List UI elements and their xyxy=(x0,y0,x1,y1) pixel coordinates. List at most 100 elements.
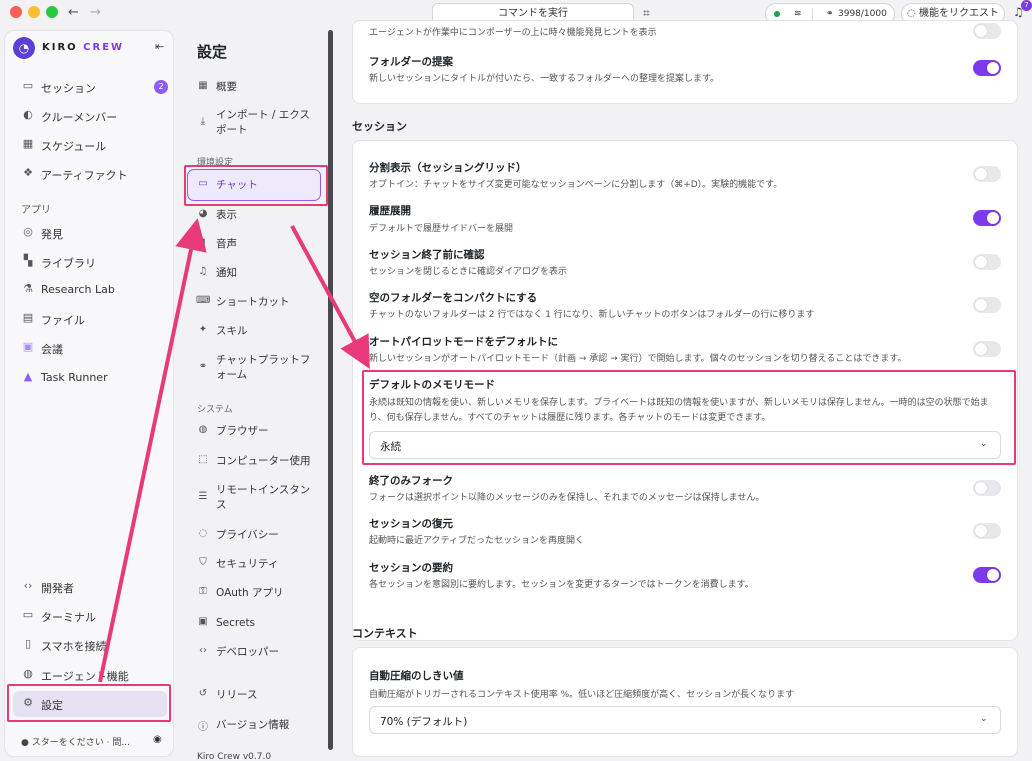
sidebar-item-artifacts[interactable]: ❖ アーティファクト xyxy=(13,161,167,187)
session-section-title: セッション xyxy=(352,120,407,133)
speaker-icon: ◖ xyxy=(200,237,206,248)
fork-end-only-toggle[interactable] xyxy=(973,480,1001,496)
meeting-icon: ▣ xyxy=(22,340,34,353)
settings-content: エージェントが作業中にコンポーザーの上に時々機能発見ヒントを表示 フォルダーの提… xyxy=(336,20,1032,761)
feature-hints-toggle[interactable] xyxy=(973,23,1001,39)
sidebar-item-research-lab[interactable]: ⚗ Research Lab xyxy=(13,277,167,303)
feature-hints-desc: エージェントが作業中にコンポーザーの上に時々機能発見ヒントを表示 xyxy=(369,28,657,38)
fingerprint-icon: ◌ xyxy=(198,528,208,539)
compact-folders-desc: チャットのないフォルダーは 2 行ではなく 1 行になり、新しいチャットのボタン… xyxy=(369,310,815,320)
split-view-toggle[interactable] xyxy=(973,166,1001,182)
folder-suggest-desc: 新しいセッションにタイトルが付いたら、一致するフォルダーへの整理を提案します。 xyxy=(369,74,720,84)
settings-nav: 設定 ▦ 概要 ⤓ インポート / エクスポート 環境設定 ▭ チャット ◕ 表… xyxy=(180,30,330,761)
sidebar-item-crew-members[interactable]: ◐ クルーメンバー xyxy=(13,103,167,129)
sidebar-item-meetings[interactable]: ▣ 会議 xyxy=(13,335,167,361)
sidebar-item-terminal[interactable]: ▭ ターミナル xyxy=(13,603,167,629)
sidebar-item-agent-features[interactable]: ◍ エージェント機能 xyxy=(13,662,167,688)
flask-icon: ⚗ xyxy=(23,282,33,295)
shield-icon: ⛉ xyxy=(199,557,207,568)
session-summary-toggle[interactable] xyxy=(973,567,1001,583)
system-section-label: システム xyxy=(197,405,233,415)
memory-mode-select[interactable]: 永続 ⌄ xyxy=(369,431,1001,459)
feature-hints-card: エージェントが作業中にコンポーザーの上に時々機能発見ヒントを表示 フォルダーの提… xyxy=(352,20,1018,104)
settings-item-about[interactable]: ⓘ バージョン情報 xyxy=(188,718,326,734)
info-icon: ⓘ xyxy=(198,722,208,733)
settings-item-display[interactable]: ◕ 表示 xyxy=(188,208,326,224)
sidebar-item-sessions[interactable]: ▭ セッション 2 xyxy=(13,74,168,100)
scan-icon[interactable]: ⌗ xyxy=(643,6,650,21)
chat-bubble-icon: ▭ xyxy=(198,178,208,189)
folder-suggest-title: フォルダーの提案 xyxy=(369,56,453,68)
link-icon: ⚭ xyxy=(198,361,208,372)
fork-end-only-title: 終了のみフォーク xyxy=(369,475,453,487)
settings-item-remote-instances[interactable]: ☰ リモートインスタンス xyxy=(188,483,326,515)
settings-item-computer-use[interactable]: ⬚ コンピューター使用 xyxy=(188,454,326,470)
minimize-window-button[interactable] xyxy=(28,6,40,18)
auto-compact-threshold-select[interactable]: 70% (デフォルト) ⌄ xyxy=(369,706,1001,734)
settings-item-notifications[interactable]: ♫ 通知 xyxy=(188,266,326,282)
settings-item-secrets[interactable]: ▣ Secrets xyxy=(188,616,326,632)
back-arrow-icon[interactable]: ← xyxy=(68,5,79,20)
chat-bubble-icon: ▭ xyxy=(22,79,34,92)
settings-item-shortcuts[interactable]: ⌨ ショートカット xyxy=(188,295,326,311)
connection-status-icon xyxy=(774,11,780,17)
zoom-window-button[interactable] xyxy=(46,6,58,18)
agent-icon: ◍ xyxy=(23,667,33,680)
users-icon: ◐ xyxy=(23,108,33,121)
palette-icon: ◕ xyxy=(198,208,208,219)
collapse-sidebar-icon[interactable]: ⇤ xyxy=(155,40,164,53)
session-summary-title: セッションの要約 xyxy=(369,562,453,574)
settings-item-privacy[interactable]: ◌ プライバシー xyxy=(188,528,326,544)
lock-icon: ▣ xyxy=(198,616,208,627)
key-icon: ⚿ xyxy=(199,586,207,597)
phone-icon: ▯ xyxy=(24,637,32,650)
file-icon: ▤ xyxy=(22,311,34,324)
brand-name: KIRO CREW xyxy=(42,42,125,53)
context-section-title: コンテキスト xyxy=(352,627,418,640)
settings-item-developer[interactable]: ‹› デベロッパー xyxy=(188,645,326,661)
sidebar-item-developer[interactable]: ‹› 開発者 xyxy=(13,574,167,600)
sidebar-item-files[interactable]: ▤ ファイル xyxy=(13,306,167,332)
session-settings-card: 分割表示（セッショングリッド） オプトイン：チャットをサイズ変更可能なセッション… xyxy=(352,140,1018,641)
chevron-down-icon: ⌄ xyxy=(980,714,988,724)
sidebar-item-library[interactable]: ▚ ライブラリ xyxy=(13,249,167,275)
confirm-close-title: セッション終了前に確認 xyxy=(369,249,485,261)
cursor-icon: ⬚ xyxy=(198,454,208,465)
confirm-close-toggle[interactable] xyxy=(973,254,1001,270)
session-restore-toggle[interactable] xyxy=(973,523,1001,539)
settings-item-voice[interactable]: ◖ 音声 xyxy=(188,237,326,253)
settings-item-chat[interactable]: ▭ チャット xyxy=(187,169,321,201)
close-window-button[interactable] xyxy=(10,6,22,18)
autopilot-default-toggle[interactable] xyxy=(973,341,1001,357)
app-sidebar: ◔ KIRO CREW ⇤ ▭ セッション 2 ◐ クルーメンバー ▦ スケジュ… xyxy=(4,30,174,757)
sparkle-icon: ✦ xyxy=(198,324,208,335)
sidebar-item-settings[interactable]: ⚙ 設定 xyxy=(13,691,167,717)
settings-item-overview[interactable]: ▦ 概要 xyxy=(188,80,326,96)
auto-compact-desc: 自動圧縮がトリガーされるコンテキスト使用率 %。低いほど圧縮頻度が高く、セッショ… xyxy=(369,690,795,700)
autopilot-default-desc: 新しいセッションがオートパイロットモード（計画 → 承認 → 実行）で開始します… xyxy=(369,354,907,364)
sidebar-item-schedule[interactable]: ▦ スケジュール xyxy=(13,132,167,158)
settings-item-browser[interactable]: ◍ ブラウザー xyxy=(188,424,326,440)
layout-icon: ▦ xyxy=(198,80,208,91)
sidebar-item-task-runner[interactable]: ▲ Task Runner xyxy=(13,365,167,391)
discord-icon[interactable]: ◉ xyxy=(153,734,162,745)
settings-item-security[interactable]: ⛉ セキュリティ xyxy=(188,557,326,573)
apps-section-label: アプリ xyxy=(21,205,51,216)
folder-suggest-toggle[interactable] xyxy=(973,60,1001,76)
settings-item-oauth-apps[interactable]: ⚿ OAuth アプリ xyxy=(188,586,326,602)
compact-folders-toggle[interactable] xyxy=(973,297,1001,313)
history-expand-toggle[interactable] xyxy=(973,210,1001,226)
settings-item-releases[interactable]: ↺ リリース xyxy=(188,688,326,704)
sidebar-item-connect-phone[interactable]: ▯ スマホを接続 xyxy=(13,632,167,658)
settings-nav-scrollbar[interactable] xyxy=(328,30,333,750)
app-version: Kiro Crew v0.7.0 xyxy=(197,752,272,761)
settings-item-skills[interactable]: ✦ スキル xyxy=(188,324,326,340)
github-star-link[interactable]: ● スターをください · 問... xyxy=(21,735,130,748)
settings-item-import-export[interactable]: ⤓ インポート / エクスポート xyxy=(188,108,326,140)
history-expand-desc: デフォルトで履歴サイドバーを展開 xyxy=(369,224,514,234)
forward-arrow-icon[interactable]: → xyxy=(90,5,101,20)
sidebar-item-discover[interactable]: ◎ 発見 xyxy=(13,220,167,246)
code-icon: ‹› xyxy=(199,645,207,656)
code-icon: ‹› xyxy=(23,579,33,592)
settings-item-chat-platform[interactable]: ⚭ チャットプラットフォーム xyxy=(188,353,326,385)
